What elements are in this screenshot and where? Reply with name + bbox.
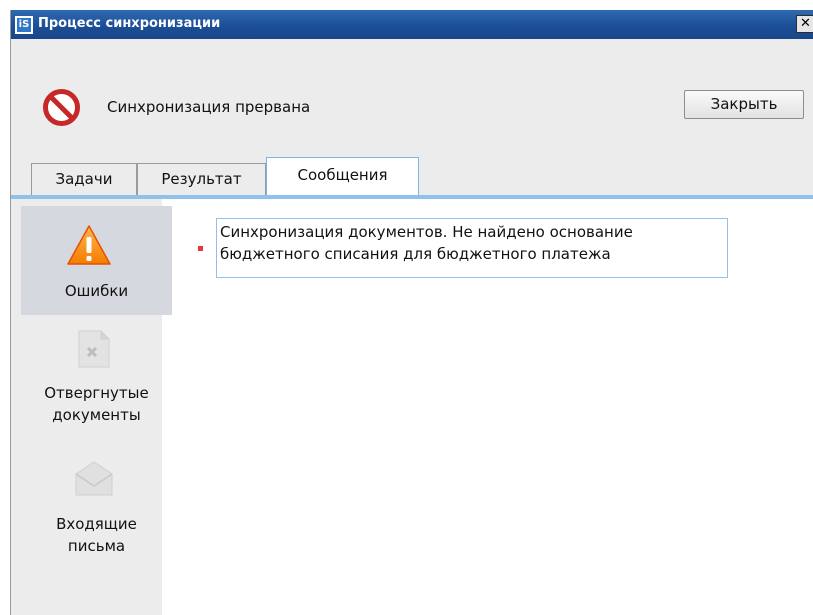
warning-icon	[67, 225, 111, 265]
message-item[interactable]: Синхронизация документов. Не найдено осн…	[216, 218, 728, 278]
sidebar-item-rejected-documents[interactable]: Отвергнутые документы	[21, 325, 172, 445]
sidebar-item-errors[interactable]: Ошибки	[21, 206, 172, 315]
tab-tasks[interactable]: Задачи	[31, 163, 137, 195]
no-entry-icon	[43, 89, 80, 126]
app-icon: iS	[15, 16, 33, 34]
close-window-button[interactable]: ✕	[796, 15, 813, 33]
window-title: Процесс синхронизации	[38, 16, 221, 31]
sync-dialog-window: iS Процесс синхронизации ✕ Синхронизация…	[10, 10, 813, 615]
message-category-sidebar: Ошибки Отвергнутые документы Входящие пи…	[11, 199, 172, 615]
sidebar-label-incoming-line1: Входящие	[56, 515, 137, 533]
rejected-document-icon	[78, 330, 110, 368]
sidebar-label-rejected-line2: документы	[52, 406, 141, 424]
title-bar[interactable]: iS Процесс синхронизации ✕	[11, 10, 813, 39]
message-text-line1: Синхронизация документов. Не найдено осн…	[220, 223, 633, 241]
error-marker-icon	[198, 246, 203, 251]
envelope-icon	[75, 461, 113, 496]
sidebar-label-errors: Ошибки	[64, 282, 129, 300]
tab-messages[interactable]: Сообщения	[266, 157, 419, 195]
sidebar-item-incoming-letters[interactable]: Входящие письма	[21, 452, 172, 582]
message-text-line2: бюджетного списания для бюджетного плате…	[220, 245, 611, 263]
sidebar-label-incoming-line2: письма	[67, 537, 126, 555]
close-button[interactable]: Закрыть	[684, 90, 804, 119]
sync-status-text: Синхронизация прервана	[107, 98, 311, 116]
sidebar-label-rejected-line1: Отвергнутые	[44, 384, 149, 402]
tab-result[interactable]: Результат	[137, 163, 266, 195]
